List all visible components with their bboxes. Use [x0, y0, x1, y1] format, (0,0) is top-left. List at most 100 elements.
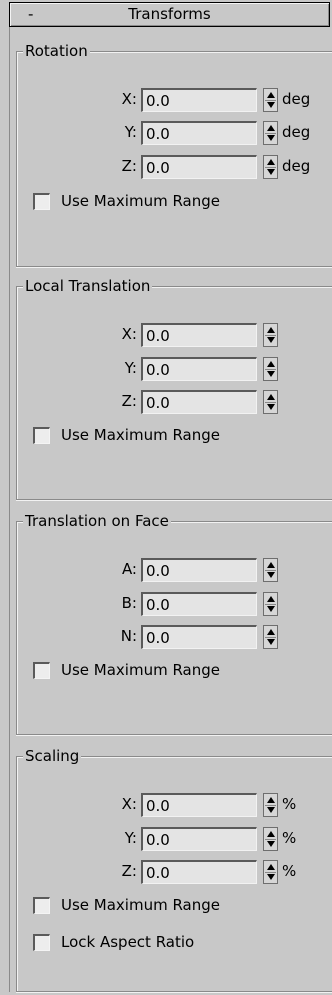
spinner-up-icon[interactable]	[267, 831, 275, 837]
scaling-lock-aspect-ratio[interactable]: Lock Aspect Ratio	[29, 931, 329, 955]
translation-on-face-a-row: A:	[17, 556, 332, 584]
rotation-z-input[interactable]	[141, 155, 257, 179]
spinner-down-icon[interactable]	[267, 371, 275, 377]
spinner-down-icon[interactable]	[267, 102, 275, 108]
spinner-up-icon[interactable]	[267, 159, 275, 165]
scaling-x-unit: %	[282, 795, 297, 813]
spinner-up-icon[interactable]	[267, 797, 275, 803]
spinner-up-icon[interactable]	[267, 92, 275, 98]
rotation-y-row: Y: deg	[17, 119, 332, 147]
local-translation-use-max-range[interactable]: Use Maximum Range	[29, 424, 329, 448]
local-translation-y-input[interactable]	[141, 357, 257, 381]
translation-on-face-n-row: N:	[17, 623, 332, 651]
scaling-lock-aspect-ratio-label: Lock Aspect Ratio	[61, 933, 195, 951]
translation-on-face-use-max-range-checkbox[interactable]	[33, 662, 50, 679]
spinner-up-icon[interactable]	[267, 361, 275, 367]
local-translation-x-label: X:	[121, 325, 137, 343]
translation-on-face-n-label: N:	[120, 627, 137, 645]
translation-on-face-group-title: Translation on Face	[23, 511, 171, 531]
scaling-group: Scaling X: % Y: % Z: % Use Maximum Range…	[16, 746, 332, 992]
translation-on-face-n-spinner[interactable]	[263, 625, 278, 649]
rotation-x-row: X: deg	[17, 86, 332, 114]
rotation-x-unit: deg	[282, 90, 311, 108]
spinner-divider	[265, 369, 276, 370]
spinner-down-icon[interactable]	[267, 572, 275, 578]
scaling-x-label: X:	[121, 795, 137, 813]
local-translation-z-label: Z:	[121, 392, 137, 410]
local-translation-use-max-range-label: Use Maximum Range	[61, 426, 221, 444]
scaling-z-unit: %	[282, 862, 297, 880]
scaling-x-row: X: %	[17, 791, 332, 819]
spinner-up-icon[interactable]	[267, 864, 275, 870]
scaling-z-spinner[interactable]	[263, 860, 278, 884]
scaling-z-input[interactable]	[141, 860, 257, 884]
spinner-up-icon[interactable]	[267, 394, 275, 400]
rotation-group: Rotation X: deg Y: deg Z: deg Use Maximu…	[16, 41, 332, 267]
rotation-z-row: Z: deg	[17, 153, 332, 181]
rotation-x-label: X:	[121, 90, 137, 108]
scaling-x-spinner[interactable]	[263, 793, 278, 817]
local-translation-y-spinner[interactable]	[263, 357, 278, 381]
scaling-y-spinner[interactable]	[263, 827, 278, 851]
spinner-divider	[265, 335, 276, 336]
rotation-y-input[interactable]	[141, 121, 257, 145]
translation-on-face-use-max-range[interactable]: Use Maximum Range	[29, 659, 329, 683]
spinner-down-icon[interactable]	[267, 404, 275, 410]
spinner-down-icon[interactable]	[267, 807, 275, 813]
spinner-down-icon[interactable]	[267, 841, 275, 847]
spinner-up-icon[interactable]	[267, 562, 275, 568]
scaling-use-max-range-label: Use Maximum Range	[61, 896, 221, 914]
rotation-z-spinner[interactable]	[263, 155, 278, 179]
spinner-up-icon[interactable]	[267, 327, 275, 333]
spinner-down-icon[interactable]	[267, 337, 275, 343]
scaling-group-title: Scaling	[23, 746, 82, 766]
local-translation-use-max-range-checkbox[interactable]	[33, 427, 50, 444]
local-translation-x-row: X:	[17, 321, 332, 349]
scaling-use-max-range-checkbox[interactable]	[33, 897, 50, 914]
scaling-x-input[interactable]	[141, 793, 257, 817]
spinner-divider	[265, 133, 276, 134]
translation-on-face-b-label: B:	[121, 594, 137, 612]
spinner-up-icon[interactable]	[267, 596, 275, 602]
local-translation-z-spinner[interactable]	[263, 390, 278, 414]
local-translation-x-spinner[interactable]	[263, 323, 278, 347]
translation-on-face-use-max-range-label: Use Maximum Range	[61, 661, 221, 679]
rotation-x-input[interactable]	[141, 88, 257, 112]
scaling-y-row: Y: %	[17, 825, 332, 853]
scaling-lock-aspect-ratio-checkbox[interactable]	[33, 934, 50, 951]
rotation-x-spinner[interactable]	[263, 88, 278, 112]
translation-on-face-a-input[interactable]	[141, 558, 257, 582]
rotation-y-unit: deg	[282, 123, 311, 141]
spinner-up-icon[interactable]	[267, 629, 275, 635]
local-translation-x-input[interactable]	[141, 323, 257, 347]
spinner-divider	[265, 872, 276, 873]
spinner-down-icon[interactable]	[267, 169, 275, 175]
spinner-down-icon[interactable]	[267, 639, 275, 645]
translation-on-face-n-input[interactable]	[141, 625, 257, 649]
rollout-header-transforms[interactable]: - Transforms	[9, 2, 330, 27]
local-translation-group: Local Translation X: Y: Z: Use Maximum R…	[16, 276, 332, 500]
translation-on-face-a-spinner[interactable]	[263, 558, 278, 582]
scaling-z-row: Z: %	[17, 858, 332, 886]
spinner-up-icon[interactable]	[267, 125, 275, 131]
spinner-down-icon[interactable]	[267, 606, 275, 612]
local-translation-y-row: Y:	[17, 355, 332, 383]
spinner-down-icon[interactable]	[267, 135, 275, 141]
rotation-use-max-range-checkbox[interactable]	[33, 193, 50, 210]
translation-on-face-b-spinner[interactable]	[263, 592, 278, 616]
scaling-use-max-range[interactable]: Use Maximum Range	[29, 894, 329, 918]
rotation-use-max-range-label: Use Maximum Range	[61, 192, 221, 210]
spinner-divider	[265, 637, 276, 638]
local-translation-z-input[interactable]	[141, 390, 257, 414]
local-translation-z-row: Z:	[17, 388, 332, 416]
scaling-y-input[interactable]	[141, 827, 257, 851]
rotation-use-max-range[interactable]: Use Maximum Range	[29, 190, 329, 214]
rotation-group-title: Rotation	[23, 41, 90, 61]
translation-on-face-b-row: B:	[17, 590, 332, 618]
spinner-down-icon[interactable]	[267, 874, 275, 880]
translation-on-face-b-input[interactable]	[141, 592, 257, 616]
rotation-y-spinner[interactable]	[263, 121, 278, 145]
scaling-y-label: Y:	[124, 829, 137, 847]
spinner-divider	[265, 167, 276, 168]
spinner-divider	[265, 805, 276, 806]
